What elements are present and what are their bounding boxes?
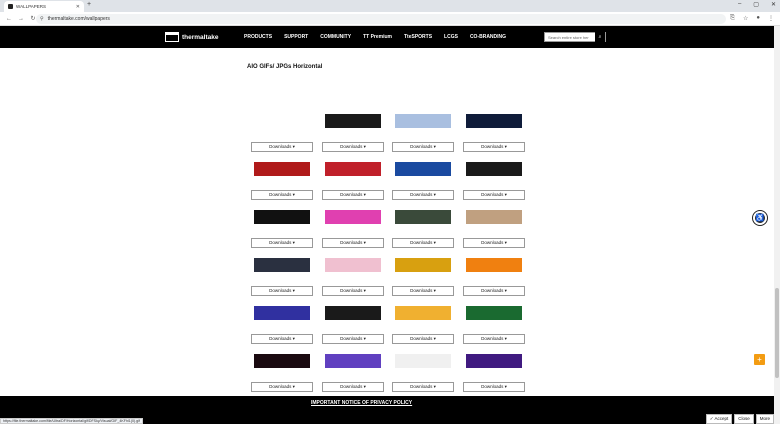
wallpaper-thumbnail[interactable]	[395, 210, 451, 224]
downloads-dropdown[interactable]: Downloads ▾	[251, 238, 313, 248]
wallpaper-thumbnail[interactable]	[254, 114, 310, 128]
wallpaper-thumbnail[interactable]	[466, 354, 522, 368]
close-window-icon[interactable]: ✕	[771, 1, 776, 8]
maximize-icon[interactable]: ▢	[753, 1, 759, 8]
wallpaper-thumbnail[interactable]	[395, 354, 451, 368]
downloads-dropdown[interactable]: Downloads ▾	[322, 334, 384, 344]
tab-title: WALLPAPERS	[16, 4, 47, 9]
accessibility-icon[interactable]: ♿	[753, 211, 767, 225]
wallpaper-thumbnail[interactable]	[395, 162, 451, 176]
back-icon[interactable]: ←	[6, 16, 12, 22]
logo-text: thermaltake	[182, 33, 219, 41]
privacy-buttons: ✓ Accept Close More	[705, 414, 774, 424]
search-input[interactable]: Search entire store her	[545, 35, 595, 40]
menu-support[interactable]: SUPPORT	[284, 34, 308, 40]
downloads-dropdown[interactable]: Downloads ▾	[322, 382, 384, 392]
privacy-notice-link[interactable]: IMPORTANT NOTICE OF PRIVACY POLICY	[311, 400, 412, 406]
wallpaper-thumbnail[interactable]	[254, 162, 310, 176]
minimize-icon[interactable]: –	[738, 1, 741, 8]
accept-button[interactable]: ✓ Accept	[705, 414, 733, 424]
downloads-dropdown[interactable]: Downloads ▾	[322, 190, 384, 200]
downloads-dropdown[interactable]: Downloads ▾	[322, 238, 384, 248]
site-search: Search entire store her ⌕	[544, 32, 606, 42]
downloads-dropdown[interactable]: Downloads ▾	[392, 190, 454, 200]
downloads-dropdown[interactable]: Downloads ▾	[322, 142, 384, 152]
wallpaper-thumbnail[interactable]	[254, 258, 310, 272]
wallpaper-thumbnail[interactable]	[325, 258, 381, 272]
expand-plus-button[interactable]: +	[754, 354, 765, 365]
downloads-dropdown[interactable]: Downloads ▾	[392, 286, 454, 296]
new-tab-button[interactable]: +	[87, 1, 91, 8]
status-url: https://file.thermaltake.com/file/Ultra/…	[0, 418, 143, 424]
window-controls: – ▢ ✕	[738, 1, 776, 8]
wallpaper-thumbnail[interactable]	[254, 210, 310, 224]
wallpaper-thumbnail[interactable]	[466, 306, 522, 320]
wallpaper-thumbnail[interactable]	[254, 354, 310, 368]
wallpaper-thumbnail[interactable]	[466, 162, 522, 176]
wallpaper-thumbnail[interactable]	[325, 210, 381, 224]
close-tab-icon[interactable]: ✕	[76, 4, 80, 10]
downloads-dropdown[interactable]: Downloads ▾	[392, 382, 454, 392]
wallpaper-thumbnail[interactable]	[325, 162, 381, 176]
downloads-dropdown[interactable]: Downloads ▾	[251, 286, 313, 296]
wallpaper-thumbnail[interactable]	[466, 114, 522, 128]
downloads-dropdown[interactable]: Downloads ▾	[322, 286, 384, 296]
downloads-dropdown[interactable]: Downloads ▾	[463, 334, 525, 344]
site-header: thermaltake PRODUCTS SUPPORT COMMUNITY T…	[0, 26, 774, 48]
menu-products[interactable]: PRODUCTS	[244, 34, 272, 40]
scrollbar-thumb[interactable]	[775, 288, 779, 378]
downloads-dropdown[interactable]: Downloads ▾	[463, 142, 525, 152]
downloads-dropdown[interactable]: Downloads ▾	[392, 142, 454, 152]
downloads-dropdown[interactable]: Downloads ▾	[463, 190, 525, 200]
menu-ttesports[interactable]: TteSPORTS	[404, 34, 432, 40]
profile-icon[interactable]: ●	[756, 15, 760, 22]
web-page: thermaltake PRODUCTS SUPPORT COMMUNITY T…	[0, 26, 774, 424]
site-info-icon[interactable]: ⚲	[40, 16, 44, 22]
downloads-dropdown[interactable]: Downloads ▾	[251, 190, 313, 200]
downloads-dropdown[interactable]: Downloads ▾	[251, 142, 313, 152]
wallpaper-thumbnail[interactable]	[325, 114, 381, 128]
thermaltake-logo[interactable]: thermaltake	[165, 32, 219, 42]
translate-icon[interactable]: ⎘	[730, 15, 735, 22]
wallpaper-thumbnail[interactable]	[395, 306, 451, 320]
downloads-dropdown[interactable]: Downloads ▾	[392, 334, 454, 344]
favicon-icon	[8, 4, 13, 9]
more-button[interactable]: More	[755, 414, 774, 424]
menu-co-branding[interactable]: CO-BRANDING	[470, 34, 506, 40]
wallpaper-thumbnail[interactable]	[325, 354, 381, 368]
page-scrollbar[interactable]	[774, 26, 780, 424]
address-bar-row: ← → ↻ ⚲ thermaltake.com/wallpapers ⎘ ☆ ●…	[0, 12, 780, 26]
downloads-dropdown[interactable]: Downloads ▾	[251, 334, 313, 344]
search-icon[interactable]: ⌕	[595, 32, 605, 42]
wallpaper-thumbnail[interactable]	[395, 114, 451, 128]
bookmark-star-icon[interactable]: ☆	[743, 15, 748, 22]
downloads-dropdown[interactable]: Downloads ▾	[251, 382, 313, 392]
omnibox[interactable]: ⚲ thermaltake.com/wallpapers	[36, 14, 726, 24]
logo-mark-icon	[165, 32, 179, 42]
browser-toolbar: ⎘ ☆ ● ⋮	[730, 15, 774, 22]
browser-tab-bar: WALLPAPERS ✕ + – ▢ ✕	[0, 0, 780, 12]
close-button[interactable]: Close	[734, 414, 754, 424]
menu-tt-premium[interactable]: TT Premium	[363, 34, 392, 40]
downloads-dropdown[interactable]: Downloads ▾	[463, 238, 525, 248]
wallpaper-thumbnail[interactable]	[325, 306, 381, 320]
menu-community[interactable]: COMMUNITY	[320, 34, 351, 40]
menu-lcgs[interactable]: LCGS	[444, 34, 458, 40]
wallpaper-thumbnail[interactable]	[254, 306, 310, 320]
wallpaper-thumbnail[interactable]	[466, 258, 522, 272]
main-menu: PRODUCTS SUPPORT COMMUNITY TT Premium Tt…	[244, 34, 506, 40]
browser-menu-icon[interactable]: ⋮	[768, 15, 774, 22]
downloads-dropdown[interactable]: Downloads ▾	[392, 238, 454, 248]
downloads-dropdown[interactable]: Downloads ▾	[463, 286, 525, 296]
section-title: AIO GIFs/ JPGs Horizontal	[247, 64, 323, 70]
downloads-dropdown[interactable]: Downloads ▾	[463, 382, 525, 392]
browser-tab[interactable]: WALLPAPERS ✕	[4, 1, 84, 12]
wallpaper-thumbnail[interactable]	[466, 210, 522, 224]
forward-icon[interactable]: →	[18, 16, 24, 22]
wallpaper-thumbnail[interactable]	[395, 258, 451, 272]
url-text[interactable]: thermaltake.com/wallpapers	[48, 16, 110, 22]
